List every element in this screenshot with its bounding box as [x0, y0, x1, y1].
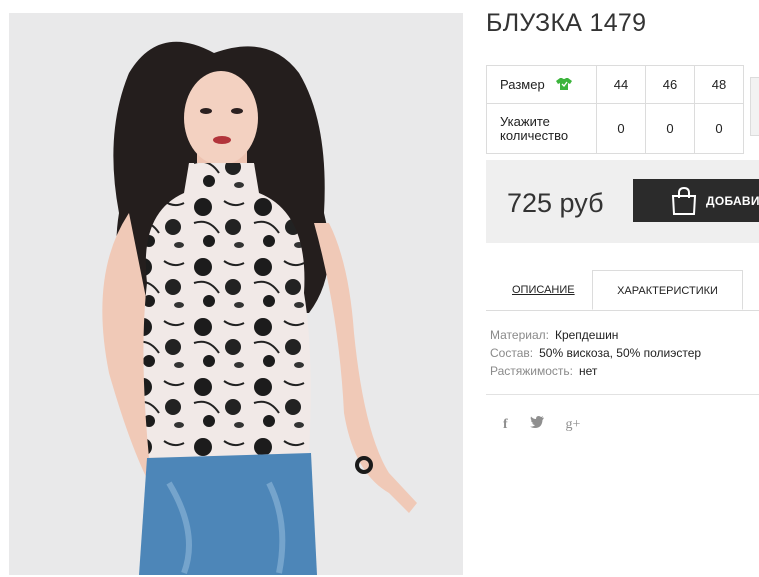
facebook-icon[interactable]: f — [503, 417, 508, 433]
google-plus-icon[interactable]: g+ — [565, 417, 580, 433]
add-to-cart-label: ДОБАВИТ — [706, 194, 759, 208]
size-table: Размер 44 46 48 Укажите количество 0 0 0 — [486, 65, 744, 154]
tab-characteristics[interactable]: ХАРАКТЕРИСТИКИ — [592, 270, 743, 310]
social-share: f g+ — [503, 415, 598, 433]
product-photo[interactable] — [9, 13, 463, 575]
qty-input-44[interactable]: 0 — [596, 103, 646, 154]
twitter-icon[interactable] — [529, 415, 544, 431]
qty-label: Укажите количество — [486, 103, 597, 154]
characteristic-row: Растяжимость: нет — [490, 362, 701, 380]
characteristic-row: Состав: 50% вискоза, 50% полиэстер — [490, 344, 701, 362]
characteristic-key: Материал: — [490, 328, 549, 342]
characteristic-row: Материал: Крепдешин — [490, 326, 701, 344]
product-price: 725 руб — [507, 188, 604, 218]
add-to-cart-button[interactable]: ДОБАВИТ — [633, 179, 759, 222]
characteristic-value: Крепдешин — [554, 328, 619, 342]
size-44[interactable]: 44 — [596, 65, 646, 104]
model-image — [9, 13, 463, 575]
price-panel: 725 руб ДОБАВИТ — [486, 160, 759, 243]
characteristic-value: нет — [579, 364, 598, 378]
divider — [486, 394, 759, 395]
qty-input-46[interactable]: 0 — [645, 103, 695, 154]
shopping-bag-icon — [671, 187, 697, 215]
tshirt-size-icon[interactable] — [556, 77, 573, 91]
qty-input-48[interactable]: 0 — [694, 103, 744, 154]
characteristic-value: 50% вискоза, 50% полиэстер — [539, 346, 702, 360]
size-46[interactable]: 46 — [645, 65, 695, 104]
characteristic-key: Растяжимость: — [490, 364, 574, 378]
size-chart-stub[interactable] — [750, 77, 759, 136]
characteristic-key: Состав: — [490, 346, 534, 360]
characteristics-list: Материал: Крепдешин Состав: 50% вискоза, 5… — [490, 326, 701, 380]
size-48[interactable]: 48 — [694, 65, 744, 104]
product-title: БЛУЗКА 1479 — [486, 9, 647, 37]
size-label-cell: Размер — [486, 65, 597, 104]
size-label: Размер — [500, 77, 545, 92]
tab-description[interactable]: ОПИСАНИЕ — [512, 284, 575, 296]
